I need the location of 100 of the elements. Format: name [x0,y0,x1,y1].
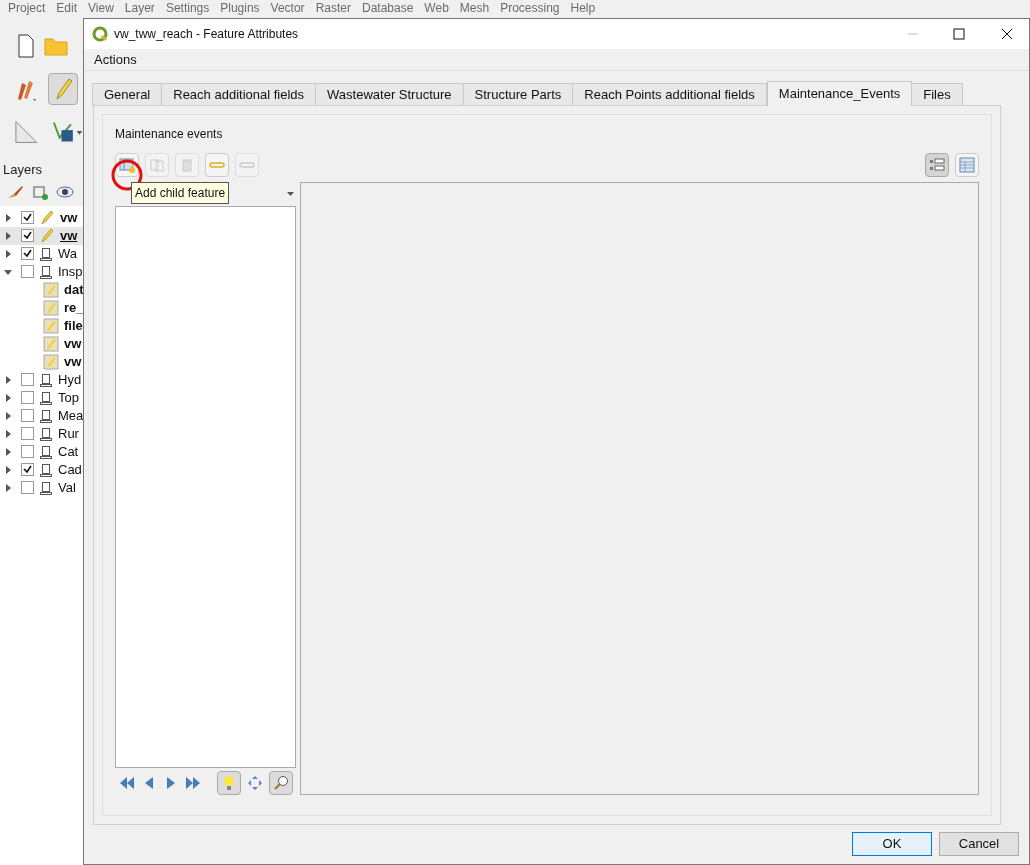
tab[interactable]: Reach Points additional fields [572,83,767,106]
tooltip: Add child feature [131,182,230,204]
tree-item-label: Mea [58,406,83,425]
tab[interactable]: Wastewater Structure [315,83,464,106]
tree-item-label: vw [60,208,78,227]
tree-item-label: Cat [58,442,79,461]
tree-row[interactable]: vw [0,352,83,371]
ok-button[interactable]: OK [852,832,932,856]
menu-item[interactable]: Actions [94,49,137,70]
tree-row[interactable]: Mea [0,406,83,425]
table-layer-icon [43,353,59,370]
tree-row[interactable]: Top [0,388,83,407]
menu-item[interactable]: Web [424,1,449,18]
menu-item[interactable]: Layer [124,1,155,18]
tree-item-label: Wa [58,244,78,263]
menu-item[interactable]: Project [8,1,46,18]
link-icon [209,161,225,169]
table-layer-icon [43,317,59,334]
tab[interactable]: Reach additional fields [161,83,317,106]
tree-row[interactable]: dat [0,280,83,299]
tree-row[interactable]: Cad [0,460,83,479]
collapse-arrow-icon[interactable] [4,267,12,276]
table-add-icon [119,157,135,173]
new-file-icon[interactable] [16,34,36,58]
eye-icon[interactable] [56,183,76,200]
tree-item-label: Hyd [58,370,82,389]
table-layer-icon [43,281,59,298]
checkbox[interactable] [21,445,34,458]
pencil-icon [39,209,55,226]
checkbox[interactable] [21,229,34,242]
layer-group-icon [39,444,53,459]
layer-group-icon [39,408,53,423]
tree-item-label: Insp [58,262,83,281]
table-layer-icon [43,299,59,316]
close-icon[interactable] [1001,28,1013,40]
menu-item[interactable]: Vector [270,1,305,18]
tree-row[interactable]: vw [0,208,83,227]
checkbox[interactable] [21,481,34,494]
checkbox[interactable] [21,211,34,224]
menu-item[interactable]: Processing [500,1,560,18]
menu-item[interactable]: Mesh [459,1,490,18]
brush-icon[interactable] [6,183,24,200]
form-view-button[interactable] [925,153,949,177]
layers-panel-title: Layers [2,161,44,179]
dropdown-caret-icon[interactable] [286,192,294,196]
checkbox[interactable] [21,247,34,260]
layer-group-icon [39,246,53,261]
menu-item[interactable]: Plugins [220,1,260,18]
menu-item[interactable]: View [88,1,114,18]
checkbox[interactable] [21,265,34,278]
menu-item[interactable]: Database [361,1,414,18]
tree-row[interactable]: vw [0,226,83,245]
tree-row[interactable]: Cat [0,442,83,461]
layer-group-icon [39,426,53,441]
tree-item-label: vw [60,226,78,245]
pan-icon[interactable] [247,775,263,791]
check-icon [23,465,32,474]
toggle-editing-button[interactable] [48,73,78,105]
checkbox[interactable] [21,391,34,404]
app-logo-icon [92,26,108,42]
table-icon [959,157,975,173]
tree-row[interactable]: re_ [0,298,83,317]
tree-row[interactable]: file [0,316,83,335]
tree-row[interactable]: Rur [0,424,83,443]
magnifier-icon [273,775,289,791]
tree-row[interactable]: Insp [0,262,83,281]
tree-item-label: vw [64,334,82,353]
table-view-button[interactable] [955,153,979,177]
menu-item[interactable]: Settings [165,1,210,18]
pencil-icon [53,77,73,101]
checkbox[interactable] [21,427,34,440]
cancel-button[interactable]: Cancel [939,832,1019,856]
layer-group-icon [39,264,53,279]
tree-item-label: Val [58,478,76,497]
unlink-icon [239,161,255,169]
tree-row[interactable]: Val [0,478,83,497]
checkbox[interactable] [21,373,34,386]
maximize-icon[interactable] [953,28,965,40]
first-icon[interactable] [119,775,135,791]
tab[interactable]: Maintenance_Events [766,81,913,106]
tree-row[interactable]: Hyd [0,370,83,389]
last-icon[interactable] [185,775,201,791]
trash-icon [181,158,193,172]
highlight-button[interactable] [217,771,241,795]
menu-item[interactable]: Help [570,1,596,18]
layer-group-icon [39,480,53,495]
menu-item[interactable]: Edit [56,1,78,18]
lightbulb-icon [223,775,235,791]
tree-item-label: file [64,316,83,335]
checkbox[interactable] [21,463,34,476]
tree-item-label: Cad [58,460,82,479]
layer-group-icon [39,462,53,477]
ruler-icon[interactable] [14,119,39,145]
checkbox[interactable] [21,409,34,422]
tree-item-label: dat [64,280,83,299]
tree-row[interactable]: Wa [0,244,83,263]
tab[interactable]: General [92,83,163,106]
tree-row[interactable]: vw [0,334,83,353]
menu-item[interactable]: Raster [315,1,351,18]
zoom-button[interactable] [269,771,293,795]
